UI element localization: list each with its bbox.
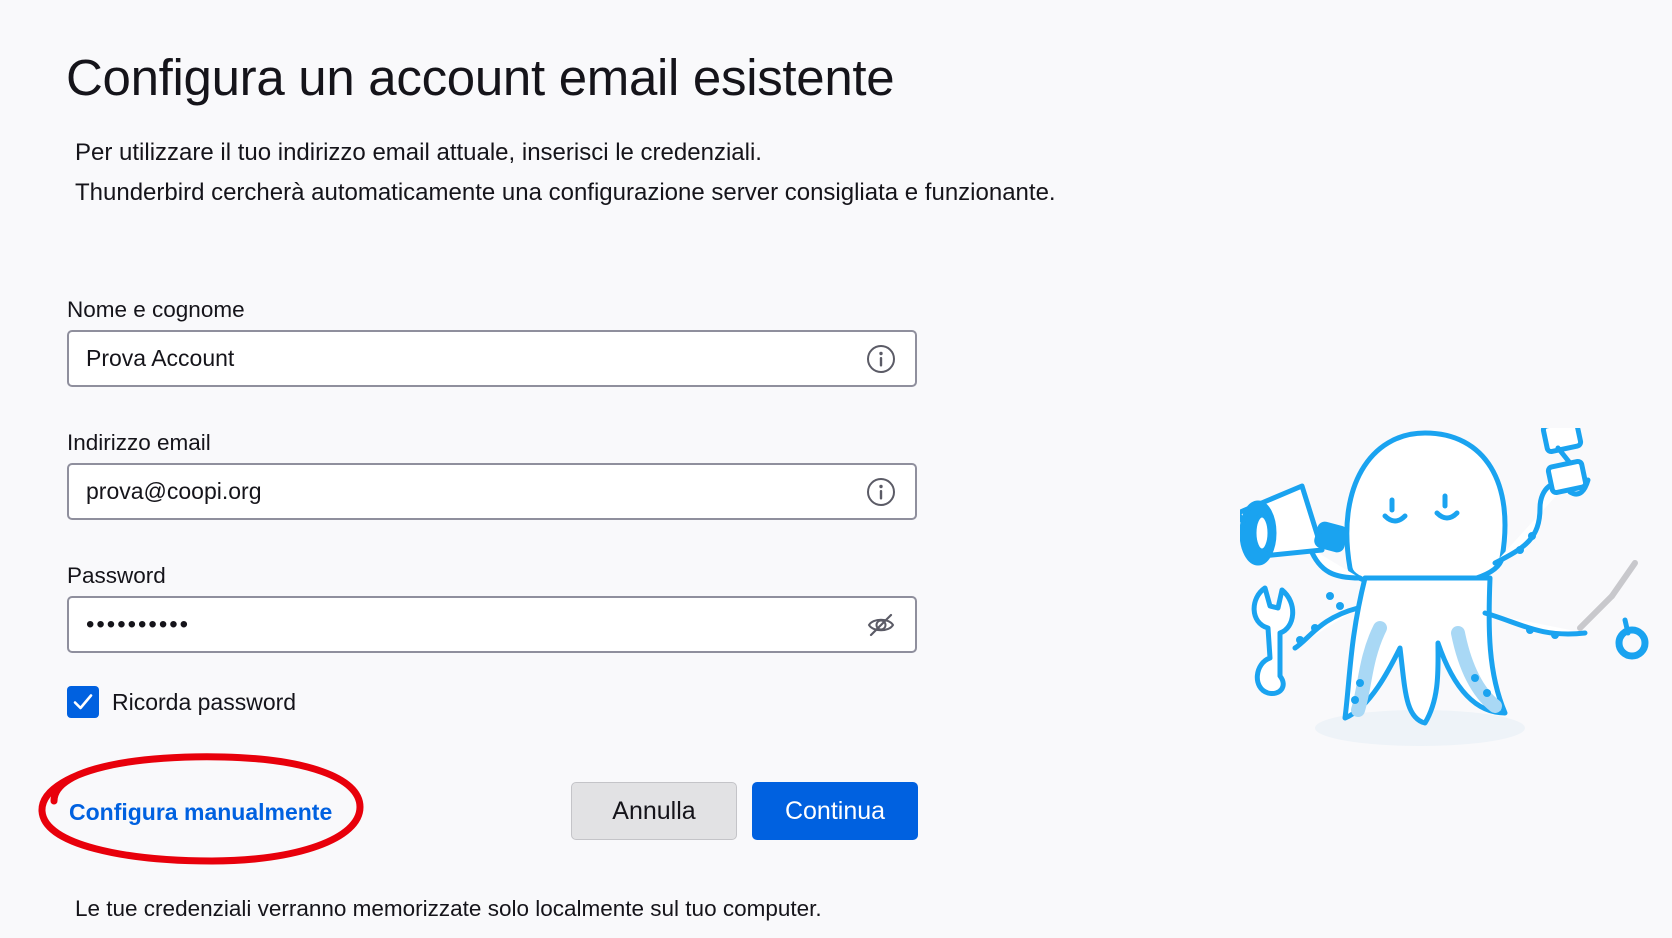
email-label: Indirizzo email: [67, 430, 211, 455]
email-value[interactable]: prova@coopi.org: [86, 478, 865, 505]
info-icon[interactable]: [865, 476, 897, 508]
page-description: Per utilizzare il tuo indirizzo email at…: [75, 133, 1056, 213]
email-field[interactable]: prova@coopi.org: [67, 463, 917, 520]
continue-button[interactable]: Continua: [752, 782, 918, 840]
password-label: Password: [67, 563, 166, 588]
checkmark-icon: [73, 694, 93, 710]
eye-slash-icon[interactable]: [865, 609, 897, 641]
cancel-button[interactable]: Annulla: [571, 782, 737, 840]
description-line-2: Thunderbird cercherà automaticamente una…: [75, 179, 1056, 206]
octopus-mascot-illustration: [1240, 428, 1649, 746]
remember-password-label: Ricorda password: [112, 688, 297, 715]
remember-password-row[interactable]: Ricorda password: [67, 686, 296, 718]
info-icon[interactable]: [865, 343, 897, 375]
remember-password-checkbox[interactable]: [67, 686, 99, 718]
page-title: Configura un account email esistente: [66, 49, 895, 106]
configure-manually-link[interactable]: Configura manualmente: [69, 799, 332, 826]
password-field[interactable]: ••••••••••: [67, 596, 917, 653]
account-setup-page: Configura un account email esistente Per…: [0, 0, 1672, 938]
password-value[interactable]: ••••••••••: [86, 611, 865, 639]
description-line-1: Per utilizzare il tuo indirizzo email at…: [75, 139, 762, 166]
name-label: Nome e cognome: [67, 297, 245, 322]
name-field[interactable]: Prova Account: [67, 330, 917, 387]
credentials-note: Le tue credenziali verranno memorizzate …: [75, 896, 822, 921]
name-value[interactable]: Prova Account: [86, 345, 865, 372]
